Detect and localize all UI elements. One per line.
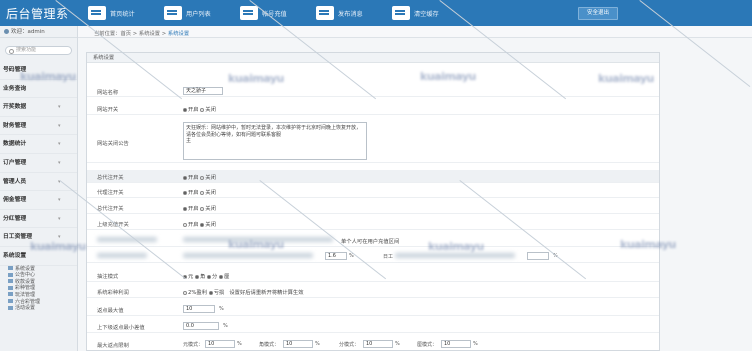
- welcome-text: 欢迎：admin: [0, 26, 77, 38]
- row-max-rebate: 返点最大值 10 %: [87, 302, 659, 316]
- chevron-down-icon: ▾: [58, 104, 61, 111]
- min-diff-input[interactable]: 0.0: [183, 322, 219, 330]
- monitor-icon: [392, 6, 410, 20]
- radio-close[interactable]: [200, 175, 205, 180]
- watermark-logo: kuaimayu: [598, 72, 654, 85]
- watermark-logo: kuaimayu: [620, 238, 676, 251]
- radio-loss[interactable]: [208, 290, 213, 295]
- radio-close[interactable]: [200, 222, 205, 227]
- monitor-icon: [88, 6, 106, 20]
- sidebar-item-finance[interactable]: 财务管理 ▾: [0, 117, 77, 136]
- row-min-diff: 上下级返点最小差值 0.0 %: [87, 319, 659, 333]
- row-recharge-range: 单个人可在用户充值区间: [87, 233, 659, 247]
- subitem-system-settings[interactable]: 系统设置: [0, 266, 77, 273]
- watermark-logo: kuaimayu: [228, 238, 284, 251]
- breadcrumb-bar: 当前位置：首页 > 系统设置 > 系统设置: [78, 26, 752, 38]
- nav-home-stats[interactable]: 首页统计: [86, 2, 162, 24]
- row-rate-settings: 1.6 % 日工 %: [87, 249, 659, 263]
- redacted-label: [97, 237, 157, 242]
- subitem-notice-center[interactable]: 公告中心: [0, 272, 77, 279]
- max-rebate-input[interactable]: 10: [183, 305, 215, 313]
- logout-button[interactable]: 安全退出: [578, 7, 618, 20]
- row-upper-recharge-switch: 上级充值开关 开启 关闭: [87, 217, 659, 230]
- user-icon: [4, 29, 9, 34]
- document-icon: [8, 292, 13, 297]
- chevron-down-icon: ▾: [58, 197, 61, 204]
- checkbox-li[interactable]: [219, 274, 223, 279]
- nav-user-list[interactable]: 用户列表: [162, 2, 238, 24]
- sidebar-item-staff[interactable]: 管理人员 ▾: [0, 173, 77, 192]
- watermark-logo: kuaimayu: [30, 240, 86, 253]
- admin-app: 后台管理系 首页统计 用户列表 帐号充值 发布消息 清空缓存 安全退出 欢迎：a…: [0, 0, 752, 351]
- site-name-input[interactable]: 天之骄子: [183, 87, 223, 95]
- subitem-activity[interactable]: 活动设置: [0, 305, 77, 312]
- document-icon: [8, 272, 13, 277]
- radio-open[interactable]: [183, 206, 187, 211]
- subitem-play-methods[interactable]: 玩法管理: [0, 292, 77, 299]
- watermark-logo: kuaimayu: [428, 240, 484, 253]
- radio-profit[interactable]: [183, 290, 187, 295]
- site-logo: 后台管理系: [6, 7, 69, 21]
- document-icon: [8, 305, 13, 310]
- row-max-limit: 最大返点限制 元模式： 10 % 角模式： 10 % 分模式： 10 % 厘模式…: [97, 340, 478, 349]
- checkbox-fen[interactable]: [207, 274, 211, 279]
- checkbox-jiao[interactable]: [195, 274, 199, 279]
- chevron-down-icon: ▾: [58, 141, 61, 148]
- subitem-payment-settings[interactable]: 收款设置: [0, 279, 77, 286]
- chevron-down-icon: ▾: [58, 159, 61, 166]
- row-agent-switch: 代理注开关 开启 关闭: [87, 185, 659, 198]
- row-site-switch: 网站开关 开启 关闭: [87, 101, 659, 115]
- row-bonus-mode: 抽注模式 元 角 分 厘: [87, 269, 659, 282]
- sidebar-item-dividend[interactable]: 分红管理 ▾: [0, 210, 77, 229]
- panel-title: 系统设置: [87, 53, 659, 63]
- chevron-down-icon: ▾: [58, 122, 61, 129]
- limit-jiao-input[interactable]: 10: [283, 340, 313, 348]
- radio-close[interactable]: [200, 190, 205, 195]
- limit-yuan-input[interactable]: 10: [205, 340, 235, 348]
- nav-publish[interactable]: 发布消息: [314, 2, 390, 24]
- subitem-lottery-types[interactable]: 彩种管理: [0, 285, 77, 292]
- row-sub-agent-switch: 总代注开关 开启 关闭: [87, 201, 659, 214]
- radio-open[interactable]: [183, 222, 187, 227]
- radio-open[interactable]: [183, 175, 187, 180]
- sidebar-item-subscribers[interactable]: 订户管理 ▾: [0, 154, 77, 173]
- sidebar-item-stats[interactable]: 数据统计 ▾: [0, 135, 77, 154]
- rate-input-2[interactable]: [527, 252, 549, 260]
- sidebar-search-input[interactable]: 搜索功能: [5, 46, 72, 55]
- breadcrumb: 当前位置：首页 > 系统设置 > 系统设置: [94, 31, 190, 37]
- wrench-icon: [8, 266, 13, 271]
- radio-close[interactable]: [200, 107, 205, 112]
- radio-open[interactable]: [183, 107, 187, 112]
- radio-close[interactable]: [200, 206, 205, 211]
- close-notice-textarea[interactable]: 天狂娱乐：网站维护中，暂时无法登录，本次维护将于北京时间晚上恢复开放，请各位会员…: [183, 122, 367, 160]
- row-close-notice: 网站关闭公告 天狂娱乐：网站维护中，暂时无法登录，本次维护将于北京时间晚上恢复开…: [87, 119, 659, 163]
- row-total-agent-switch: 总代注开关 开启 关闭: [87, 170, 659, 183]
- rate-input[interactable]: 1.6: [325, 252, 347, 260]
- limit-li-input[interactable]: 10: [441, 340, 471, 348]
- chevron-down-icon: ▾: [58, 215, 61, 222]
- watermark-logo: kuaimayu: [420, 70, 476, 83]
- sidebar-item-lottery-data[interactable]: 开奖数据 ▾: [0, 98, 77, 117]
- monitor-icon: [316, 6, 334, 20]
- redacted-value: [395, 253, 515, 258]
- document-icon: [8, 285, 13, 290]
- redacted-value: [183, 253, 313, 258]
- document-icon: [8, 299, 13, 303]
- radio-open[interactable]: [183, 190, 187, 195]
- watermark-logo: kuaimayu: [20, 70, 76, 83]
- watermark-logo: kuaimayu: [228, 72, 284, 85]
- monitor-icon: [240, 6, 258, 20]
- redacted-label: [97, 253, 147, 258]
- monitor-icon: [164, 6, 182, 20]
- sidebar-item-commission[interactable]: 佣金管理 ▾: [0, 191, 77, 210]
- subitem-mark-six[interactable]: 六合彩管理: [0, 299, 77, 306]
- document-icon: [8, 279, 13, 284]
- top-header: 后台管理系 首页统计 用户列表 帐号充值 发布消息 清空缓存 安全退出: [0, 0, 752, 26]
- row-profit-method: 系统彩种利润 2%盈利 亏损 设置好后请重新开将精计算生效: [87, 285, 659, 298]
- limit-fen-input[interactable]: 10: [363, 340, 393, 348]
